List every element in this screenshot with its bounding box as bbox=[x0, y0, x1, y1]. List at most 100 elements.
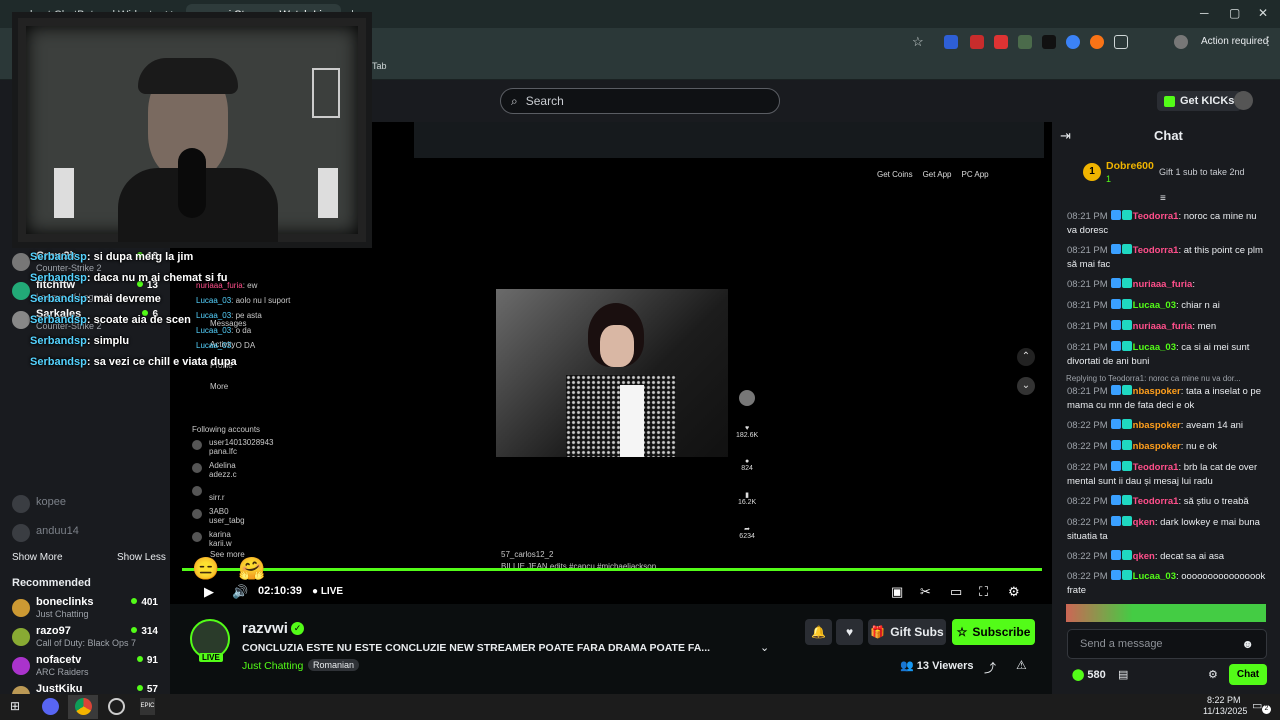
bookmark-item[interactable]: Tab bbox=[372, 61, 387, 71]
clip-icon[interactable]: ✂ bbox=[920, 584, 931, 600]
share-icon[interactable]: ➦ bbox=[739, 525, 755, 533]
chat-username[interactable]: Teodorra1 bbox=[1133, 245, 1179, 256]
chat-username[interactable]: Teodorra1 bbox=[1133, 496, 1179, 507]
share-icon[interactable]: ⤴ bbox=[984, 659, 996, 676]
maximize-icon[interactable]: ▢ bbox=[1229, 6, 1240, 20]
overlay-chat-line: Serbandsp: sa vezi ce chill e viata dupa bbox=[30, 356, 237, 368]
channel-avatar bbox=[12, 311, 30, 329]
action-required[interactable]: Action required bbox=[1201, 36, 1268, 47]
chat-username[interactable]: Teodorra1 bbox=[1133, 211, 1179, 222]
recommended-channel[interactable]: boneclinks Just Chatting 401 bbox=[12, 596, 162, 624]
comment-icon[interactable]: ● bbox=[741, 458, 753, 465]
clock-date[interactable]: 11/13/2025 bbox=[1203, 706, 1247, 716]
channel-points[interactable]: ⬤ 580 bbox=[1072, 668, 1106, 681]
chat-badge-icon bbox=[1121, 550, 1132, 560]
send-chat-button[interactable]: Chat bbox=[1229, 664, 1267, 685]
chat-badge-icon bbox=[1110, 516, 1121, 526]
extension-icon[interactable] bbox=[1066, 35, 1080, 49]
chevron-down-icon[interactable]: ⌄ bbox=[760, 641, 769, 654]
extension-icon[interactable] bbox=[1042, 35, 1056, 49]
extension-icon[interactable] bbox=[1018, 35, 1032, 49]
tiktok-get-coins: Get Coins bbox=[877, 170, 913, 179]
chevron-up-icon[interactable]: ⌃ bbox=[1017, 348, 1035, 366]
stream-category[interactable]: Just Chatting bbox=[242, 660, 303, 672]
follow-heart-button[interactable]: ♥ bbox=[836, 619, 863, 645]
epic-games-icon[interactable]: EPIC bbox=[140, 698, 155, 715]
chat-username[interactable]: Teodorra1 bbox=[1133, 462, 1179, 473]
chat-badge-icon bbox=[1121, 419, 1132, 429]
pinned-count: 1 bbox=[1106, 174, 1112, 184]
bookmark-icon[interactable]: ▮ bbox=[738, 491, 756, 499]
chat-input[interactable]: Send a message ☻ bbox=[1067, 629, 1267, 659]
extension-icon[interactable] bbox=[994, 35, 1008, 49]
chat-username[interactable]: nbaspoker bbox=[1133, 420, 1181, 431]
chat-username[interactable]: Lucaa_03 bbox=[1133, 342, 1176, 353]
extension-icon[interactable] bbox=[1090, 35, 1104, 49]
recommended-channel[interactable]: nofacetv ARC Raiders 91 bbox=[12, 654, 162, 682]
chevron-down-icon[interactable]: ⌄ bbox=[1017, 377, 1035, 395]
tiktok-topbar: Get Coins Get App PC App bbox=[877, 170, 989, 179]
filter-icon[interactable]: ≡ bbox=[1160, 193, 1166, 204]
obs-icon[interactable] bbox=[108, 698, 125, 715]
chat-badge-icon bbox=[1110, 299, 1121, 309]
discord-icon[interactable] bbox=[42, 698, 59, 715]
chat-timestamp: 08:21 PM bbox=[1067, 342, 1108, 353]
following-avatar bbox=[192, 440, 202, 450]
notifications-bell-button[interactable]: 🔔 bbox=[805, 619, 832, 645]
chat-username[interactable]: qken bbox=[1133, 551, 1155, 562]
chat-username[interactable]: nuriaaa_furia bbox=[1133, 279, 1193, 290]
overlay-chat-text: si dupa merg la jim bbox=[93, 251, 194, 263]
subscribe-button[interactable]: ☆ Subscribe bbox=[952, 619, 1035, 645]
window-close-icon[interactable]: ✕ bbox=[1258, 6, 1268, 20]
chat-message: 08:22 PM qken: dark lowkey e mai buna sit… bbox=[1067, 516, 1267, 544]
collapse-chat-icon[interactable]: ⇥ bbox=[1060, 128, 1071, 144]
windows-start-icon[interactable]: ⊞ bbox=[10, 699, 20, 713]
tiktok-actions: ♥ 182.6K ● 824 ▮ 16.2K ➦ 6234 bbox=[736, 390, 758, 540]
chat-username[interactable]: Lucaa_03 bbox=[1133, 571, 1176, 582]
profile-avatar[interactable] bbox=[1174, 35, 1188, 49]
chat-settings-icon[interactable]: ⚙ bbox=[1208, 668, 1218, 681]
sidebar-channel-offline[interactable]: kopee bbox=[12, 492, 162, 520]
picture-in-picture-icon[interactable]: ▣ bbox=[891, 584, 903, 600]
store-icon[interactable]: ▤ bbox=[1118, 668, 1128, 681]
chat-username[interactable]: nuriaaa_furia bbox=[1133, 321, 1193, 332]
volume-icon[interactable]: 🔊 bbox=[232, 584, 248, 600]
fullscreen-icon[interactable]: ⛶ bbox=[979, 584, 988, 600]
show-more-button[interactable]: Show More bbox=[12, 552, 63, 563]
minimize-icon[interactable]: ─ bbox=[1200, 6, 1209, 20]
sidebar-channel-offline[interactable]: anduu14 bbox=[12, 521, 162, 549]
star-icon[interactable]: ☆ bbox=[912, 34, 924, 50]
chat-username[interactable]: qken bbox=[1133, 517, 1155, 528]
emoji-picker-icon[interactable]: ☻ bbox=[1241, 637, 1254, 651]
settings-gear-icon[interactable]: ⚙ bbox=[1008, 584, 1020, 600]
gift-subs-button[interactable]: 🎁 Gift Subs bbox=[868, 619, 946, 645]
tiktok-get-app: Get App bbox=[922, 170, 952, 179]
streamer-name[interactable]: razvwi bbox=[242, 620, 288, 637]
notification-icon[interactable]: ▭ bbox=[1252, 699, 1262, 712]
report-icon[interactable]: ⚠ bbox=[1016, 658, 1027, 672]
extension-icon[interactable] bbox=[970, 35, 984, 49]
language-tag[interactable]: Romanian bbox=[308, 659, 360, 671]
overlay-chat-user: Serbandsp bbox=[30, 314, 87, 326]
clock-time[interactable]: 8:22 PM bbox=[1207, 695, 1241, 705]
chat-username[interactable]: nbaspoker bbox=[1133, 386, 1181, 397]
search-input[interactable]: ⌕ Search bbox=[500, 88, 780, 114]
chat-timestamp: 08:21 PM bbox=[1067, 321, 1108, 332]
user-avatar[interactable] bbox=[1234, 91, 1253, 110]
recommended-channel[interactable]: razo97 Call of Duty: Black Ops 7 314 bbox=[12, 625, 162, 653]
pinned-user[interactable]: Dobre600 bbox=[1106, 160, 1154, 172]
theater-mode-icon[interactable]: ▭ bbox=[950, 584, 962, 600]
progress-bar[interactable] bbox=[182, 568, 1042, 571]
tiktok-author: 57_carlos12_2 bbox=[501, 550, 554, 559]
chat-username[interactable]: nbaspoker bbox=[1133, 441, 1181, 452]
extension-icon[interactable] bbox=[944, 35, 958, 49]
like-icon[interactable]: ♥ bbox=[736, 425, 758, 432]
emote-bar[interactable] bbox=[1066, 604, 1266, 622]
puzzle-icon[interactable] bbox=[1114, 35, 1128, 49]
chat-message: 08:22 PM nbaspoker: aveam 14 ani bbox=[1067, 419, 1267, 433]
play-icon[interactable]: ▶ bbox=[204, 584, 214, 600]
get-kicks-button[interactable]: Get KICKs bbox=[1157, 91, 1242, 111]
menu-dots-icon[interactable]: ⋮ bbox=[1262, 34, 1274, 48]
show-less-button[interactable]: Show Less bbox=[117, 552, 166, 563]
chat-username[interactable]: Lucaa_03 bbox=[1133, 300, 1176, 311]
